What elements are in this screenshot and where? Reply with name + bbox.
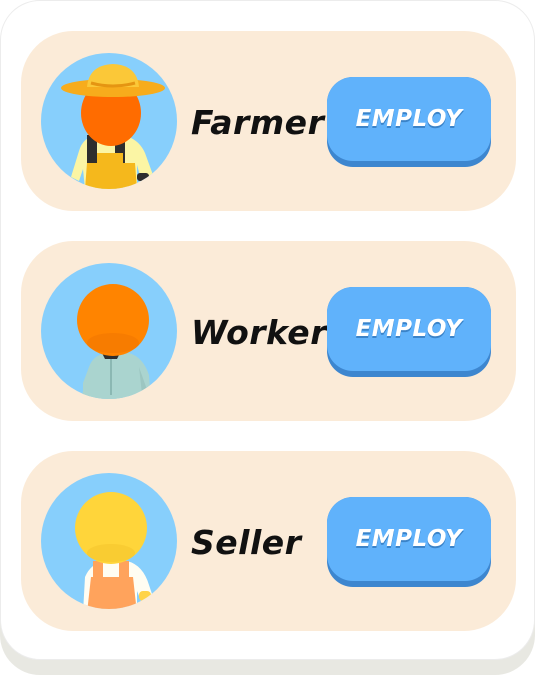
employ-farmer-button-label: EMPLOY (327, 77, 491, 161)
role-name-seller: Seller (191, 523, 302, 562)
employ-panel: Farmer EMPLOY Worker EMPLOY Seller EMPLO… (0, 0, 535, 660)
farmer-character-icon (41, 53, 177, 189)
worker-character-icon (41, 263, 177, 399)
employ-farmer-button[interactable]: EMPLOY (327, 77, 491, 167)
role-card-seller: Seller EMPLOY (21, 451, 516, 631)
role-card-farmer: Farmer EMPLOY (21, 31, 516, 211)
employ-worker-button[interactable]: EMPLOY (327, 287, 491, 377)
seller-character-icon (41, 473, 177, 609)
employ-worker-button-label: EMPLOY (327, 287, 491, 371)
role-name-worker: Worker (191, 313, 327, 352)
employ-seller-button[interactable]: EMPLOY (327, 497, 491, 587)
employ-seller-button-label: EMPLOY (327, 497, 491, 581)
role-card-worker: Worker EMPLOY (21, 241, 516, 421)
role-name-farmer: Farmer (191, 103, 325, 142)
